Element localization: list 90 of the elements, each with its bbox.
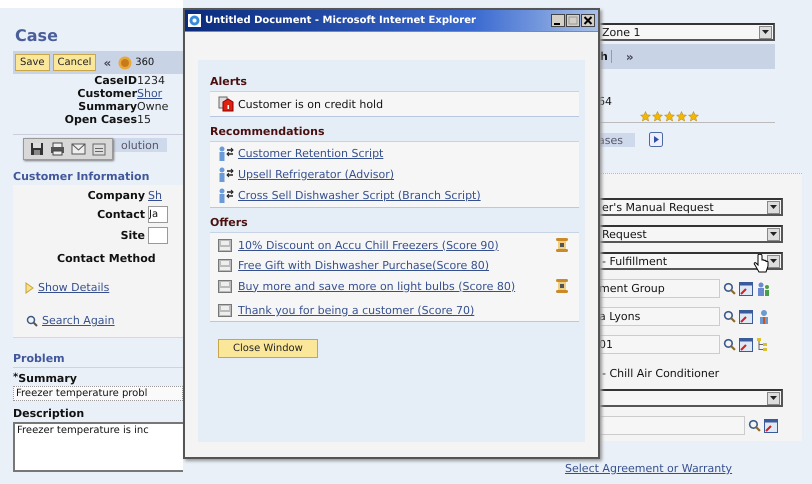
script-icon <box>218 167 234 182</box>
field-label: Site <box>120 229 145 242</box>
caret-icon <box>770 259 777 263</box>
lookup-field[interactable] <box>598 416 745 435</box>
section-heading: Problem <box>13 352 183 368</box>
offer-link[interactable]: 10% Discount on Accu Chill Freezers (Score 90) <box>238 238 499 252</box>
field-value: Owne <box>137 100 168 113</box>
offer-link[interactable]: Thank you for being a customer (Score 70) <box>238 304 474 317</box>
print-icon[interactable] <box>50 142 65 156</box>
field-label: CaseID <box>93 74 137 87</box>
section-heading: Customer Information <box>13 170 150 183</box>
field-label: Description <box>13 407 86 420</box>
search-again-link[interactable]: Search Again <box>42 314 115 327</box>
tab[interactable]: olution <box>111 138 167 152</box>
field-value: 1234 <box>137 74 165 87</box>
recommendation-link[interactable]: Cross Sell Dishwasher Script (Branch Script) <box>238 189 481 202</box>
toolbar-button[interactable]: Save <box>15 54 50 71</box>
caret-icon <box>762 30 769 34</box>
recommendation-link[interactable]: Customer Retention Script <box>238 147 384 160</box>
offer-link[interactable]: Free Gift with Dishwasher Purchase(Score 80) <box>238 259 490 272</box>
offer-icon <box>218 280 232 292</box>
product-name: - Chill Air Conditioner <box>601 367 720 380</box>
lookup-field[interactable]: a Lyons <box>598 307 720 326</box>
expand-link[interactable]: » <box>626 50 634 64</box>
star-icon <box>640 111 651 122</box>
field-label: Customer <box>76 87 137 100</box>
star-icon <box>676 111 687 122</box>
search-icon[interactable] <box>723 282 736 295</box>
toolbar-label[interactable]: 360 <box>135 57 154 68</box>
lookup-field[interactable]: ment Group <box>598 279 720 298</box>
page-title: Case <box>15 26 59 45</box>
hand-cursor-icon <box>753 254 769 274</box>
show-details-link[interactable]: Show Details <box>38 281 110 294</box>
dropdown[interactable]: Request <box>598 225 783 243</box>
collapse-link[interactable]: « <box>103 56 112 70</box>
toolbar-button[interactable]: Cancel <box>52 54 96 71</box>
site-field[interactable] <box>148 227 168 244</box>
search-icon[interactable] <box>723 338 736 351</box>
dropdown[interactable]: - Fulfillment <box>598 252 783 270</box>
script-icon <box>218 188 234 203</box>
calendar-icon[interactable] <box>764 418 778 432</box>
document-icon[interactable] <box>92 142 106 156</box>
caret-icon <box>770 205 777 209</box>
star-icon <box>688 111 699 122</box>
search-icon <box>26 314 38 326</box>
calendar-icon[interactable] <box>739 282 753 296</box>
summary-field[interactable]: Freezer temperature probl <box>13 386 183 401</box>
people-icon[interactable] <box>756 281 771 296</box>
calendar-icon[interactable] <box>739 338 753 352</box>
company-link[interactable]: Sh <box>148 189 162 202</box>
description-field[interactable]: Freezer temperature is inc <box>13 422 183 472</box>
offer-link[interactable]: Buy more and save more on light bulbs (Score 80) <box>238 280 516 292</box>
caret-icon <box>770 232 777 236</box>
minimize-icon[interactable] <box>551 14 565 27</box>
zone-dropdown[interactable]: Zone 1 <box>598 23 775 41</box>
maximize-icon[interactable] <box>566 14 580 27</box>
recommendation-link[interactable]: Upsell Refrigerator (Advisor) <box>238 168 394 181</box>
field-label: Open Cases <box>64 113 137 126</box>
browser-icon <box>188 14 201 27</box>
window-title: Untitled Document - Microsoft Internet Explorer <box>205 15 476 26</box>
dropdown[interactable]: er's Manual Request <box>598 198 783 216</box>
mail-icon[interactable] <box>71 143 86 155</box>
dropdown[interactable] <box>598 389 783 407</box>
field-label: Contact Method <box>57 252 157 265</box>
calendar-icon[interactable] <box>739 310 753 324</box>
offer-icon <box>218 259 232 272</box>
field-label: Company <box>86 189 145 202</box>
offer-icon <box>218 238 232 252</box>
next-tab-icon[interactable] <box>648 132 663 147</box>
lookup-field[interactable]: 01 <box>598 335 720 354</box>
caret-icon <box>770 396 777 400</box>
offer-icon <box>218 304 232 317</box>
agreement-link[interactable]: Select Agreement or Warranty <box>565 462 732 475</box>
star-icon <box>664 111 675 122</box>
search-icon[interactable] <box>748 419 761 432</box>
alert-icon <box>218 96 234 112</box>
field-label: Contact <box>96 208 145 221</box>
triangle-icon <box>25 282 34 294</box>
customer-link[interactable]: Shor <box>137 87 162 100</box>
close-icon[interactable] <box>581 14 595 27</box>
close-window-button[interactable]: Close Window <box>218 339 318 358</box>
star-icon <box>652 111 663 122</box>
field-label: Summary <box>18 372 77 385</box>
field-value: 15 <box>137 113 151 126</box>
script-icon <box>218 146 234 161</box>
alert-text: Customer is on credit hold <box>238 98 384 110</box>
field-label: Summary <box>77 100 137 113</box>
save-icon[interactable] <box>30 142 44 156</box>
search-icon[interactable] <box>723 310 736 323</box>
required-mark: * <box>13 372 18 383</box>
